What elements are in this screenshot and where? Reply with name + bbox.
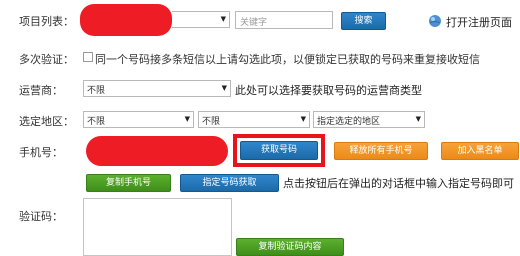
city-select[interactable]: 不限 ▼ <box>198 111 310 128</box>
province-select[interactable]: 不限 ▼ <box>83 111 194 128</box>
copy-code-button[interactable]: 复制验证码内容 <box>236 238 344 256</box>
multi-verify-checkbox[interactable] <box>83 52 93 62</box>
project-select[interactable]: ▼ <box>172 11 230 28</box>
province-selected-value: 不限 <box>87 117 106 127</box>
code-label: 验证码： <box>19 210 63 223</box>
open-register-page-link[interactable]: 打开注册页面 <box>446 14 512 30</box>
copy-phone-button[interactable]: 复制手机号 <box>86 174 171 192</box>
get-number-button[interactable]: 获取号码 <box>240 141 318 160</box>
chevron-down-icon: ▼ <box>415 115 421 123</box>
carrier-label: 运营商： <box>19 84 63 97</box>
release-all-numbers-button[interactable]: 释放所有手机号 <box>334 142 428 160</box>
specify-number-button[interactable]: 指定号码获取 <box>180 174 279 192</box>
phone-label: 手机号： <box>19 146 63 159</box>
chevron-down-icon: ▼ <box>221 84 227 92</box>
redacted-project-value <box>80 4 172 36</box>
chevron-down-icon: ▼ <box>300 115 306 123</box>
keyword-input[interactable]: 关键字 <box>235 11 333 29</box>
carrier-selected-value: 不限 <box>87 86 106 96</box>
code-textarea[interactable] <box>83 198 232 256</box>
chevron-down-icon: ▼ <box>220 15 226 23</box>
region-label: 选定地区： <box>19 115 74 128</box>
project-list-label: 项目列表： <box>19 15 74 28</box>
redacted-phone-number <box>86 136 228 166</box>
multi-verify-label: 多次验证： <box>19 53 74 66</box>
multi-verify-text: 同一个号码接多条短信以上请勾选此项，以便锁定已获取的号码来重复接收短信 <box>95 53 480 66</box>
carrier-hint: 此处可以选择要获取号码的运营商类型 <box>235 84 422 97</box>
specify-hint: 点击按钮后在弹出的对话框中输入指定号码即可 <box>283 177 514 190</box>
specified-region-value: 指定选定的地区 <box>317 117 381 127</box>
globe-icon <box>428 14 442 28</box>
carrier-select[interactable]: 不限 ▼ <box>83 80 231 97</box>
chevron-down-icon: ▼ <box>184 115 190 123</box>
search-button[interactable]: 搜索 <box>341 12 386 30</box>
city-selected-value: 不限 <box>202 117 221 127</box>
add-blacklist-button[interactable]: 加入黑名单 <box>441 142 519 160</box>
specified-region-select[interactable]: 指定选定的地区 ▼ <box>313 111 425 128</box>
